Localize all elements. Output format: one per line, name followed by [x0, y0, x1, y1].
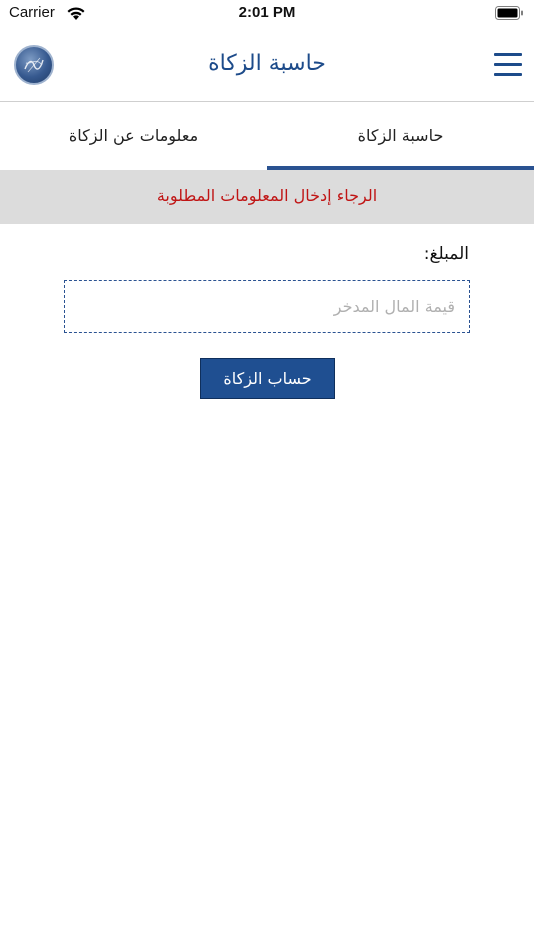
status-bar: Carrier 2:01 PM — [0, 0, 534, 28]
amount-input[interactable] — [64, 280, 470, 333]
clock-time: 2:01 PM — [238, 4, 296, 21]
tab-zakat-calculator[interactable]: حاسبة الزكاة — [267, 103, 534, 170]
validation-banner: الرجاء إدخال المعلومات المطلوبة — [0, 170, 534, 224]
validation-message: الرجاء إدخال المعلومات المطلوبة — [156, 186, 378, 205]
tab-label: حاسبة الزكاة — [357, 126, 444, 145]
tab-label: معلومات عن الزكاة — [68, 126, 199, 145]
page-title: حاسبة الزكاة — [208, 51, 326, 76]
amount-label: المبلغ: — [423, 244, 469, 264]
calculate-zakat-button[interactable]: حساب الزكاة — [200, 358, 335, 399]
hamburger-menu-icon[interactable] — [494, 52, 522, 76]
tab-zakat-info[interactable]: معلومات عن الزكاة — [0, 103, 267, 170]
tab-bar: حاسبة الزكاة معلومات عن الزكاة — [0, 103, 534, 170]
nav-bar: حاسبة الزكاة — [0, 28, 534, 102]
battery-icon — [495, 6, 523, 20]
